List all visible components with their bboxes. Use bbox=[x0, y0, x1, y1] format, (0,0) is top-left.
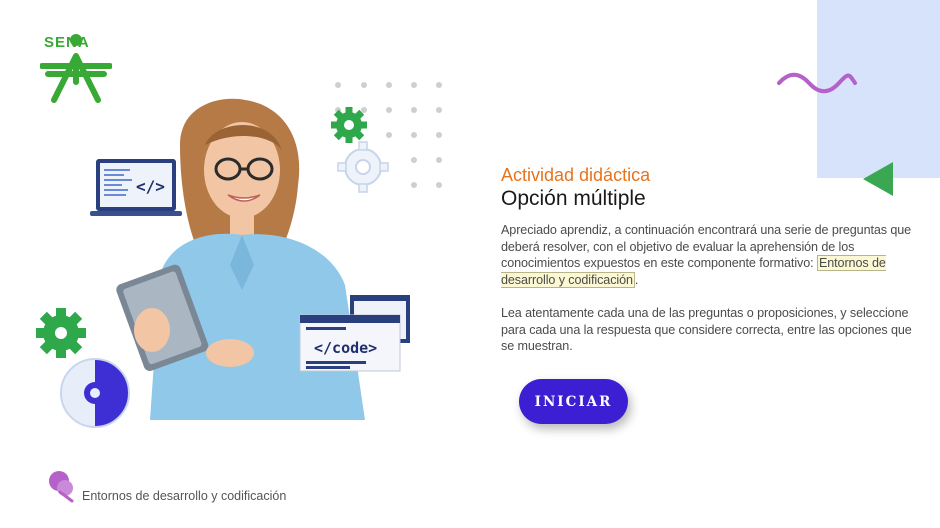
gear-blue-icon bbox=[60, 358, 130, 428]
instructions-paragraph: Lea atentamente cada una de las pregunta… bbox=[501, 306, 912, 353]
person-illustration bbox=[116, 98, 365, 420]
start-button[interactable]: INICIAR bbox=[519, 379, 628, 424]
gear-outline-icon bbox=[337, 141, 389, 193]
gear-green-icon bbox=[36, 308, 86, 358]
intro-paragraph: Apreciado aprendiz, a continuación encon… bbox=[501, 223, 912, 288]
activity-subtitle: Actividad didáctica bbox=[501, 165, 651, 185]
wave-decoration bbox=[777, 72, 857, 94]
activity-content: Actividad didáctica Opción múltiple Apre… bbox=[501, 164, 916, 372]
pin-icon bbox=[49, 471, 74, 503]
laptop-code-icon: </> bbox=[90, 159, 182, 216]
activity-title: Opción múltiple bbox=[501, 187, 646, 210]
laptop-code-tag: </> bbox=[136, 177, 165, 196]
code-window-tag: </code> bbox=[314, 339, 377, 357]
footer-label: Entornos de desarrollo y codificación bbox=[82, 489, 287, 503]
hero-illustration: </> </code> bbox=[36, 82, 442, 428]
gear-icon bbox=[331, 107, 367, 143]
